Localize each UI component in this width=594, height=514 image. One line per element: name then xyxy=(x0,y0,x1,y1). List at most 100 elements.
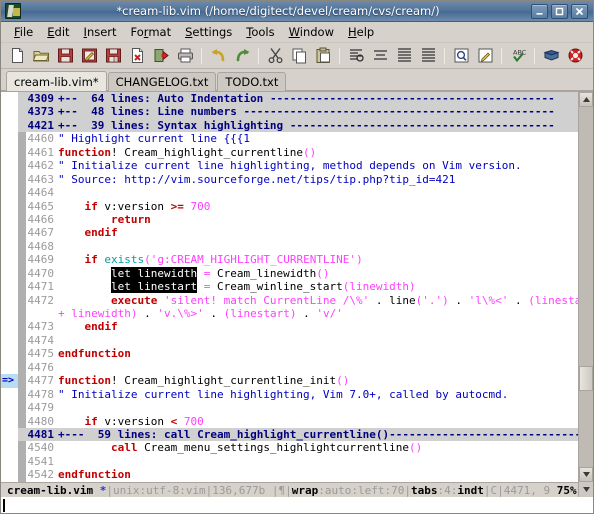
tab-cream-lib-vim[interactable]: cream-lib.vim* xyxy=(6,71,107,91)
fold-column[interactable] xyxy=(18,428,26,441)
token: execute xyxy=(111,294,157,307)
line-number: 4460 xyxy=(26,132,58,145)
token: 700 xyxy=(190,200,210,213)
fold-column[interactable] xyxy=(18,146,26,159)
fold-column[interactable] xyxy=(18,159,26,172)
fold-column[interactable] xyxy=(18,253,26,266)
fold-line[interactable]: 4481+--- 59 lines: call Cream_highlight_… xyxy=(1,428,578,441)
spellcheck-icon[interactable]: ABC xyxy=(506,45,530,67)
fold-column[interactable] xyxy=(18,200,26,213)
cream-logo-icon xyxy=(5,3,21,19)
fold-line[interactable]: 4309+-- 64 lines: Auto Indentation -----… xyxy=(1,92,578,105)
marker-column xyxy=(1,159,18,172)
marker-column xyxy=(1,253,18,266)
fold-column[interactable] xyxy=(18,468,26,481)
vertical-scrollbar[interactable] xyxy=(578,92,593,482)
marker-column xyxy=(1,132,18,145)
fold-column[interactable] xyxy=(18,334,26,347)
fold-column[interactable] xyxy=(18,119,26,132)
paste-icon[interactable] xyxy=(311,45,335,67)
code-line: 4466 return xyxy=(1,213,578,226)
edit-preview-icon[interactable] xyxy=(473,45,497,67)
help-support-icon[interactable] xyxy=(563,45,587,67)
line-number: 4467 xyxy=(26,226,58,239)
tab-todo-txt[interactable]: TODO.txt xyxy=(217,72,286,91)
fold-column[interactable] xyxy=(18,132,26,145)
fold-column[interactable] xyxy=(18,455,26,468)
redo-icon[interactable] xyxy=(230,45,254,67)
close-button[interactable] xyxy=(571,4,588,19)
undo-icon[interactable] xyxy=(206,45,230,67)
fold-column[interactable] xyxy=(18,173,26,186)
help-book-icon[interactable] xyxy=(539,45,563,67)
scroll-down-arrow-icon[interactable] xyxy=(579,467,593,482)
fold-column[interactable] xyxy=(18,441,26,454)
fold-column[interactable] xyxy=(18,240,26,253)
menu-file[interactable]: File xyxy=(7,23,40,41)
token: 'v/' xyxy=(316,307,343,320)
menu-insert[interactable]: Insert xyxy=(77,23,124,41)
menu-format[interactable]: Format xyxy=(124,23,179,41)
menu-settings[interactable]: Settings xyxy=(178,23,239,41)
menu-window[interactable]: Window xyxy=(282,23,341,41)
menu-edit[interactable]: Edit xyxy=(40,23,76,41)
marker-column xyxy=(1,200,18,213)
fold-column[interactable] xyxy=(18,320,26,333)
save-icon[interactable] xyxy=(53,45,77,67)
maximize-button[interactable] xyxy=(551,4,568,19)
line-text: " Source: http://vim.sourceforge.net/tip… xyxy=(58,173,578,186)
save-as-icon[interactable] xyxy=(77,45,101,67)
open-folder-icon[interactable] xyxy=(29,45,53,67)
fold-column[interactable] xyxy=(18,267,26,280)
menu-help[interactable]: Help xyxy=(341,23,381,41)
fold-column[interactable] xyxy=(18,213,26,226)
menu-tools[interactable]: Tools xyxy=(239,23,281,41)
fold-column[interactable] xyxy=(18,401,26,414)
print-icon[interactable] xyxy=(173,45,197,67)
scrollbar-thumb[interactable] xyxy=(579,366,593,391)
token: () xyxy=(336,374,349,387)
replace-icon[interactable] xyxy=(392,45,416,67)
scrollbar-track[interactable] xyxy=(579,107,593,467)
fold-line[interactable]: 4373+-- 48 lines: Line numbers ---------… xyxy=(1,105,578,118)
token: . xyxy=(296,307,316,320)
token: endif xyxy=(85,226,118,239)
minimize-button[interactable] xyxy=(531,4,548,19)
tab-changelog-txt[interactable]: CHANGELOG.txt xyxy=(108,72,217,91)
fold-column[interactable] xyxy=(18,92,26,105)
new-file-icon[interactable] xyxy=(5,45,29,67)
find-all-icon[interactable] xyxy=(416,45,440,67)
token: (linewidth) xyxy=(343,280,416,293)
fold-column[interactable] xyxy=(18,186,26,199)
fold-column[interactable] xyxy=(18,347,26,360)
status-line: cream-lib.vim * |unix:utf-8:vim|136,677b… xyxy=(1,482,578,497)
token: v:version xyxy=(98,200,171,213)
exit-icon[interactable] xyxy=(149,45,173,67)
print-preview-icon[interactable] xyxy=(449,45,473,67)
fold-column[interactable] xyxy=(18,415,26,428)
fold-column[interactable] xyxy=(18,374,26,387)
fold-column[interactable] xyxy=(18,226,26,239)
fold-column[interactable] xyxy=(18,280,26,293)
fold-column[interactable] xyxy=(18,105,26,118)
find-icon[interactable] xyxy=(344,45,368,67)
fold-column[interactable] xyxy=(18,388,26,401)
scroll-up-arrow-icon[interactable] xyxy=(579,92,593,107)
command-line[interactable] xyxy=(1,497,593,513)
status-modified-flag: * xyxy=(100,484,107,497)
save-all-icon[interactable] xyxy=(101,45,125,67)
close-file-icon[interactable] xyxy=(125,45,149,67)
code-editor[interactable]: 4309+-- 64 lines: Auto Indentation -----… xyxy=(1,92,578,482)
line-text: + linewidth) . 'v.\%>' . (linestart) . '… xyxy=(58,307,578,320)
fold-line[interactable]: 4421+-- 39 lines: Syntax highlighting --… xyxy=(1,119,578,132)
fold-column[interactable] xyxy=(18,361,26,374)
copy-icon[interactable] xyxy=(287,45,311,67)
fold-column[interactable] xyxy=(18,294,26,307)
cut-icon[interactable] xyxy=(263,45,287,67)
scrollbar-corner-arrow-icon[interactable] xyxy=(578,482,593,497)
fold-column[interactable] xyxy=(18,307,26,320)
toolbar-separator xyxy=(258,48,259,64)
code-line: =>4477function! Cream_highlight_currentl… xyxy=(1,374,578,387)
marker-column xyxy=(1,388,18,401)
find-next-icon[interactable] xyxy=(368,45,392,67)
